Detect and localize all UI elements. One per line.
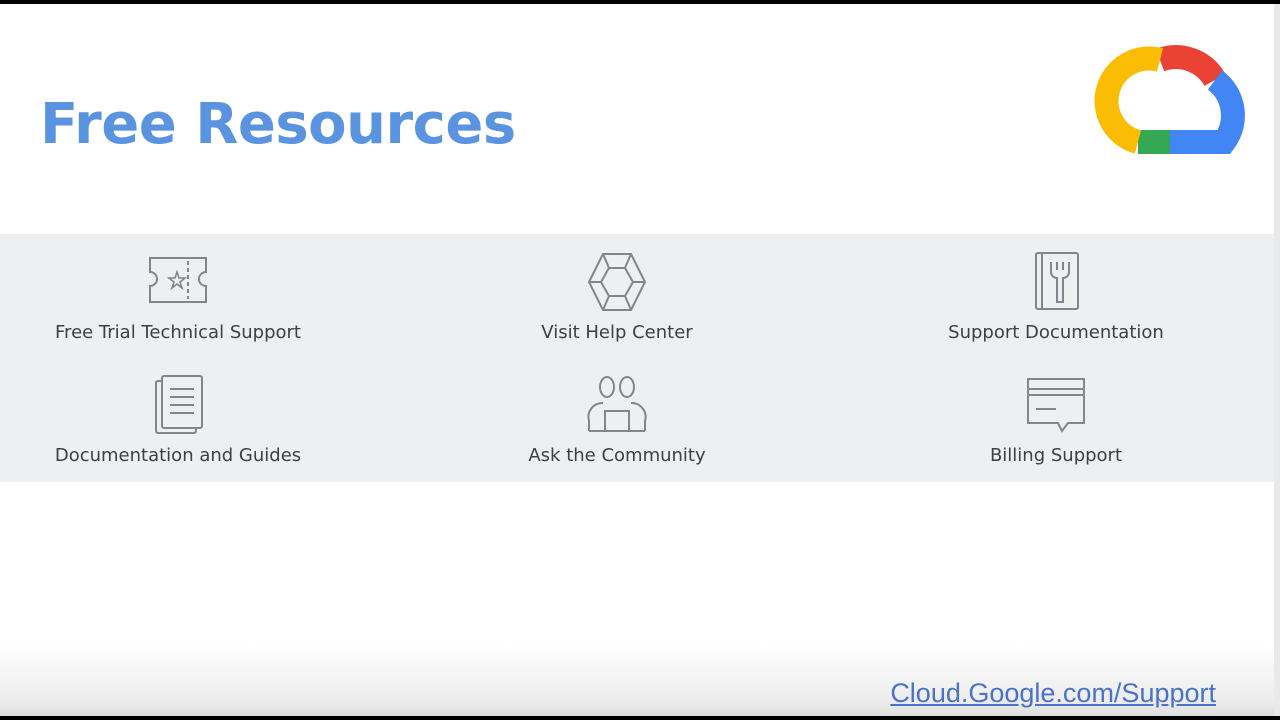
resource-help-center[interactable]: Visit Help Center — [437, 250, 797, 343]
ticket-star-icon — [149, 257, 207, 303]
billing-card-icon — [1027, 378, 1085, 433]
resource-billing-support[interactable]: Billing Support — [876, 373, 1236, 466]
resource-label: Support Documentation — [948, 322, 1164, 343]
resource-label: Ask the Community — [528, 445, 706, 466]
resource-support-documentation[interactable]: Support Documentation — [876, 250, 1236, 343]
slide: Free Resources Free Trial Technical Supp… — [0, 4, 1274, 716]
wrench-document-icon — [1035, 252, 1079, 310]
resource-documentation-guides[interactable]: Documentation and Guides — [0, 373, 358, 466]
page-title: Free Resources — [40, 92, 516, 157]
resource-label: Visit Help Center — [541, 322, 693, 343]
resources-band: Free Trial Technical Support Visit Help … — [0, 234, 1274, 482]
resource-label: Billing Support — [989, 445, 1123, 466]
community-people-icon — [587, 376, 647, 432]
google-cloud-logo — [1094, 45, 1245, 154]
resource-label: Documentation and Guides — [54, 445, 302, 466]
resource-free-trial-support[interactable]: Free Trial Technical Support — [0, 250, 358, 343]
resource-label: Free Trial Technical Support — [55, 322, 301, 343]
help-center-icon — [587, 253, 647, 311]
slide-edge — [1274, 4, 1280, 716]
document-lines-icon — [155, 375, 203, 434]
resource-ask-community[interactable]: Ask the Community — [437, 373, 797, 466]
support-link[interactable]: Cloud.Google.com/Support — [890, 678, 1216, 709]
